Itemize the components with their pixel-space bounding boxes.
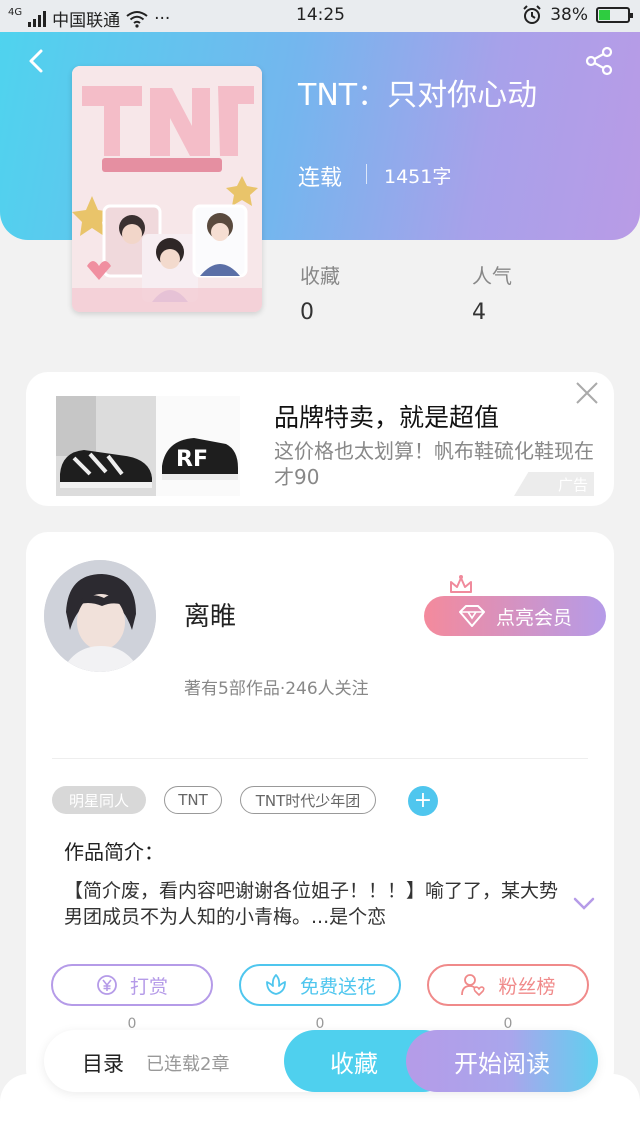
- stat-label-popularity: 人气: [472, 264, 512, 288]
- intro-label: 作品简介：: [64, 840, 164, 864]
- close-icon[interactable]: [574, 380, 600, 406]
- signal-icon: [28, 10, 47, 27]
- book-status: 连载: [298, 166, 343, 191]
- add-tag-button[interactable]: +: [408, 786, 438, 816]
- author-card: 离睢 著有5部作品·246人关注 点亮会员 明星同人 TNT TNT时代少年团 …: [26, 532, 614, 1092]
- ad-badge-label: 广告: [557, 475, 588, 494]
- vip-button[interactable]: 点亮会员: [424, 596, 606, 636]
- battery-percent: 38%: [550, 5, 588, 25]
- word-count: 1451字: [384, 166, 452, 188]
- back-arrow-icon[interactable]: [24, 48, 50, 74]
- tag-item[interactable]: 明星同人: [52, 786, 146, 814]
- yen-coin-icon: [97, 975, 117, 995]
- battery-icon: [596, 7, 633, 23]
- network-type: 4G: [8, 7, 23, 18]
- reward-label: 打赏: [129, 975, 168, 998]
- share-icon[interactable]: [584, 46, 614, 76]
- collect-button-label: 收藏: [330, 1049, 378, 1078]
- chapter-count: 已连载2章: [146, 1054, 230, 1075]
- chevron-down-icon[interactable]: [572, 896, 596, 912]
- diamond-icon: [458, 605, 485, 627]
- stat-label-favorites: 收藏: [300, 264, 340, 288]
- ad-title: 品牌特卖，就是超值: [274, 403, 500, 432]
- avatar-illustration: [44, 560, 156, 672]
- book-cover-image[interactable]: [72, 66, 262, 312]
- send-flower-label: 免费送花: [299, 975, 376, 998]
- avatar[interactable]: [44, 560, 156, 672]
- more-dots: ···: [154, 8, 171, 29]
- svg-text:RF: RF: [176, 447, 208, 472]
- battery-fill: [599, 10, 610, 20]
- book-title: TNT：只对你心动: [298, 78, 538, 113]
- vip-button-label: 点亮会员: [495, 606, 572, 629]
- bottom-bar: 目录 已连载2章 收藏 开始阅读: [44, 1030, 598, 1092]
- send-flower-button[interactable]: 免费送花: [239, 964, 401, 1006]
- author-name[interactable]: 离睢: [184, 596, 236, 633]
- status-divider: [366, 164, 367, 184]
- start-reading-label: 开始阅读: [454, 1049, 550, 1078]
- status-bar: 4G 中国联通 ··· 14:25 38%: [0, 0, 640, 32]
- status-right: 38%: [522, 5, 633, 25]
- user-heart-icon: [461, 974, 486, 996]
- author-meta: 著有5部作品·246人关注: [184, 679, 369, 699]
- stat-value-favorites: 0: [300, 300, 314, 325]
- fan-ranking-label: 粉丝榜: [498, 975, 556, 998]
- fan-ranking-button[interactable]: 粉丝榜: [427, 964, 589, 1006]
- toc-button[interactable]: 目录: [82, 1048, 124, 1078]
- intro-text: 【简介废，看内容吧谢谢各位姐子！！！】喻了了，某大势男团成员不为人知的小青梅。.…: [64, 880, 559, 928]
- ad-card[interactable]: RF 品牌特卖，就是超值 这价格也太划算！帆布鞋硫化鞋现在才90 广告: [26, 372, 614, 506]
- divider: [52, 758, 588, 759]
- tag-item[interactable]: TNT时代少年团: [240, 786, 376, 814]
- ad-shoes-image: RF: [56, 396, 240, 496]
- status-left: 4G 中国联通 ···: [8, 6, 170, 31]
- tag-item[interactable]: TNT: [164, 786, 222, 814]
- cover-illustration: [72, 66, 262, 312]
- crown-icon: [450, 575, 472, 593]
- wifi-icon: [126, 10, 148, 28]
- clock: 14:25: [296, 5, 345, 25]
- reward-button[interactable]: 打赏: [51, 964, 213, 1006]
- stat-value-popularity: 4: [472, 300, 486, 325]
- carrier-name: 中国联通: [52, 11, 121, 31]
- flower-icon: [266, 974, 286, 995]
- alarm-icon: [523, 5, 541, 24]
- start-reading-button[interactable]: 开始阅读: [406, 1030, 598, 1092]
